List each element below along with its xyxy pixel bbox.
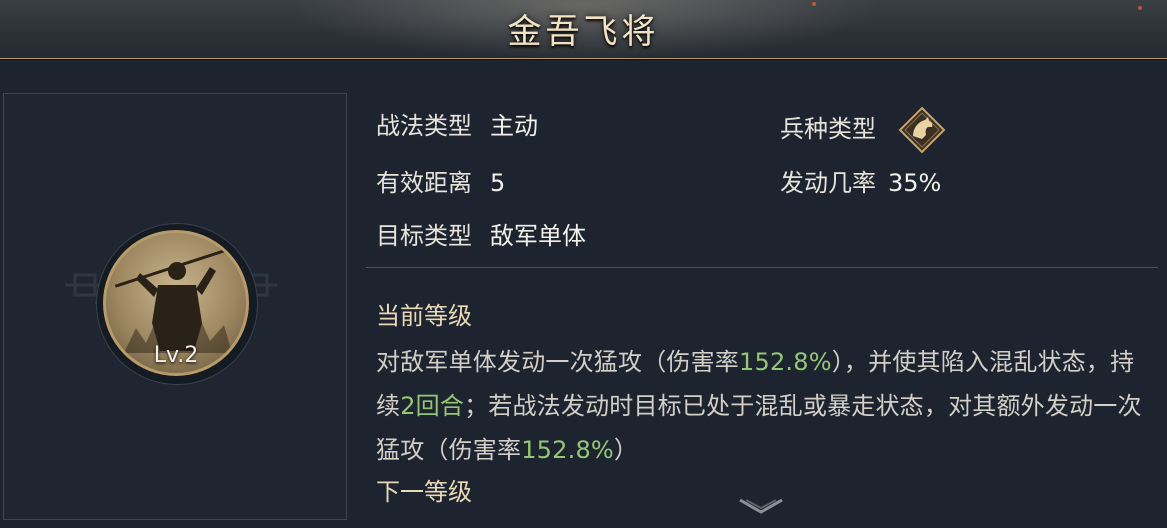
header-bar: 金吾飞将 [0, 0, 1167, 59]
trigger-rate-row: 发动几率 35% [780, 163, 941, 198]
next-level-heading: 下一等级 [376, 478, 472, 506]
trigger-rate-label: 发动几率 [780, 169, 876, 197]
cavalry-horse-icon[interactable] [898, 106, 946, 154]
general-portrait[interactable]: Lv.2 [103, 230, 249, 376]
section-divider [366, 267, 1158, 268]
range-row: 有效距离 5 [376, 163, 505, 198]
desc-text: ；若战法发动时目标已处于混乱或暴走状态，对其额外发动一次猛攻（伤害率 [376, 392, 1142, 464]
troop-type-row: 兵种类型 [780, 106, 946, 154]
damage-rate-value: 152.8% [739, 348, 832, 376]
current-level-heading: 当前等级 [376, 302, 472, 330]
chevron-down-icon[interactable] [738, 497, 784, 517]
target-type-value: 敌军单体 [490, 222, 586, 250]
current-level-description: 对敌军单体发动一次猛攻（伤害率152.8%），并使其陷入混乱状态，持续2回合；若… [376, 340, 1156, 472]
range-value: 5 [490, 169, 506, 197]
tactic-title: 金吾飞将 [507, 12, 660, 52]
tactic-type-value: 主动 [490, 112, 538, 140]
tactic-type-label: 战法类型 [376, 112, 472, 140]
extra-damage-rate-value: 152.8% [521, 436, 614, 464]
trigger-rate-value: 35% [888, 169, 942, 197]
target-type-row: 目标类型 敌军单体 [376, 216, 586, 251]
troop-type-label: 兵种类型 [780, 115, 876, 143]
range-label: 有效距离 [376, 169, 472, 197]
tactic-type-row: 战法类型 主动 [376, 106, 538, 141]
desc-text: 对敌军单体发动一次猛攻（伤害率 [376, 348, 739, 376]
target-type-label: 目标类型 [376, 222, 472, 250]
desc-text: ） [613, 436, 639, 464]
skill-level: Lv.2 [153, 343, 199, 368]
duration-value: 2回合 [400, 392, 465, 420]
